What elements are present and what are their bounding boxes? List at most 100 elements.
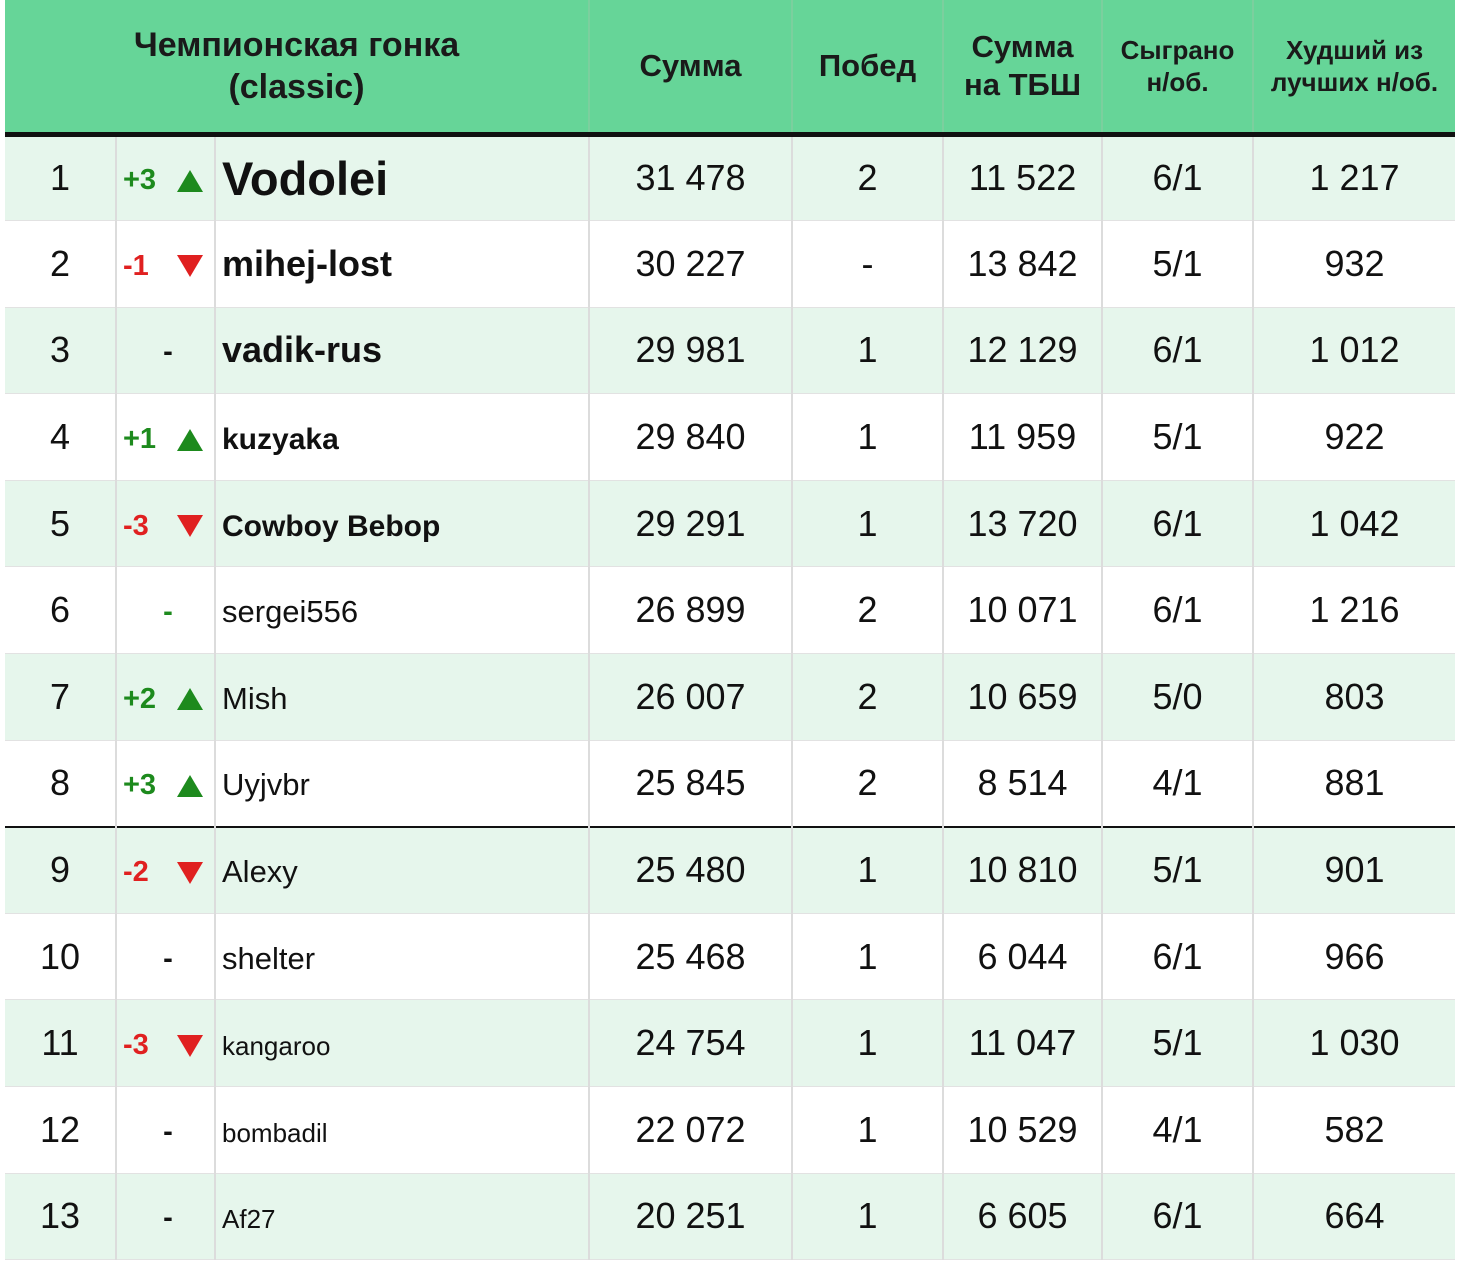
- table-row: 7 +2 Mish 26 007 2 10 659 5/0 803: [5, 653, 1456, 741]
- position-change: -: [163, 336, 173, 369]
- position-change-cell: -: [116, 1173, 216, 1261]
- worst-best-cell: 803: [1253, 653, 1456, 741]
- position-change: -3: [123, 509, 149, 542]
- rank-cell: 13: [5, 1173, 117, 1261]
- sum-cell: 25 468: [589, 913, 794, 1001]
- tbsh-sum-cell: 11 959: [943, 393, 1104, 481]
- column-header-worst-line1: Худший из: [1285, 34, 1424, 65]
- player-name: kangaroo: [222, 1031, 331, 1062]
- player-name: shelter: [222, 940, 316, 976]
- rank-cell: 10: [5, 913, 117, 1001]
- tbsh-sum-cell: 11 522: [943, 134, 1104, 222]
- tbsh-sum-cell: 8 514: [943, 740, 1104, 828]
- wins-cell: 1: [792, 913, 945, 1001]
- table-row: 1 +3 Vodolei 31 478 2 11 522 6/1 1 217: [5, 134, 1456, 222]
- player-name: bombadil: [222, 1117, 328, 1148]
- rank-cell: 2: [5, 220, 117, 308]
- position-change: -1: [123, 249, 149, 282]
- player-name-cell: Vodolei: [215, 134, 591, 222]
- rank-cell: 7: [5, 653, 117, 741]
- wins-cell: 1: [792, 1086, 945, 1174]
- tbsh-sum-cell: 6 605: [943, 1173, 1104, 1261]
- position-change: -: [163, 942, 173, 975]
- player-name: vadik-rus: [222, 329, 383, 371]
- sum-cell: 25 845: [589, 740, 794, 828]
- table-row: 5 -3 Cowboy Bebop 29 291 1 13 720 6/1 1 042: [5, 480, 1456, 568]
- worst-best-cell: 1 217: [1253, 134, 1456, 222]
- position-change: +2: [123, 682, 157, 715]
- table-title-line2: (classic): [228, 67, 365, 106]
- played-cell: 5/1: [1102, 393, 1255, 481]
- wins-cell: 1: [792, 825, 945, 914]
- played-cell: 6/1: [1102, 307, 1255, 395]
- tbsh-sum-cell: 10 659: [943, 653, 1104, 741]
- worst-best-cell: 582: [1253, 1086, 1456, 1174]
- arrow-down-icon: [177, 515, 203, 538]
- position-change: -3: [123, 1029, 149, 1062]
- sum-cell: 30 227: [589, 220, 794, 308]
- player-name-cell: sergei556: [215, 566, 591, 655]
- player-name: Mish: [222, 680, 288, 716]
- arrow-up-icon: [177, 169, 203, 192]
- column-header-tbsh: Сумма на ТБШ: [943, 0, 1104, 137]
- played-cell: 6/1: [1102, 913, 1255, 1001]
- played-cell: 5/1: [1102, 825, 1255, 914]
- player-name: Uyjvbr: [222, 767, 310, 803]
- player-name-cell: kangaroo: [215, 999, 591, 1088]
- player-name-cell: Cowboy Bebop: [215, 480, 591, 568]
- player-name-cell: shelter: [215, 913, 591, 1001]
- sum-cell: 26 007: [589, 653, 794, 741]
- position-change-cell: -2: [116, 825, 216, 914]
- worst-best-cell: 664: [1253, 1173, 1456, 1261]
- worst-best-cell: 1 030: [1253, 999, 1456, 1088]
- player-name-cell: Uyjvbr: [215, 740, 591, 828]
- position-change-cell: -3: [116, 999, 216, 1088]
- position-change-cell: +3: [116, 134, 216, 222]
- rank-cell: 1: [5, 134, 117, 222]
- table-row: 9 -2 Alexy 25 480 1 10 810 5/1 901: [5, 825, 1456, 914]
- player-name-cell: vadik-rus: [215, 307, 591, 395]
- rank-cell: 9: [5, 825, 117, 914]
- arrow-down-icon: [177, 1034, 203, 1057]
- table-row: 6 - sergei556 26 899 2 10 071 6/1 1 216: [5, 566, 1456, 655]
- position-change-cell: -: [116, 913, 216, 1001]
- column-header-wins: Побед: [792, 0, 945, 137]
- position-change: +1: [123, 423, 157, 456]
- sum-cell: 29 981: [589, 307, 794, 395]
- played-cell: 5/0: [1102, 653, 1255, 741]
- sum-cell: 24 754: [589, 999, 794, 1088]
- position-change-cell: +2: [116, 653, 216, 741]
- player-name-cell: kuzyaka: [215, 393, 591, 481]
- tbsh-sum-cell: 10 071: [943, 566, 1104, 655]
- player-name: Vodolei: [222, 151, 389, 205]
- column-header-tbsh-line1: Сумма: [971, 28, 1074, 64]
- wins-cell: 1: [792, 307, 945, 395]
- position-change: -: [163, 596, 173, 629]
- wins-cell: -: [792, 220, 945, 308]
- worst-best-cell: 1 012: [1253, 307, 1456, 395]
- worst-best-cell: 932: [1253, 220, 1456, 308]
- wins-cell: 2: [792, 566, 945, 655]
- tbsh-sum-cell: 11 047: [943, 999, 1104, 1088]
- sum-cell: 25 480: [589, 825, 794, 914]
- position-change: -2: [123, 856, 149, 889]
- player-name: Cowboy Bebop: [222, 509, 441, 543]
- arrow-up-icon: [177, 774, 203, 797]
- player-name: sergei556: [222, 594, 359, 630]
- table-row: 8 +3 Uyjvbr 25 845 2 8 514 4/1 881: [5, 740, 1456, 828]
- rank-cell: 6: [5, 566, 117, 655]
- position-change: -: [163, 1202, 173, 1235]
- player-name: Af27: [222, 1204, 276, 1235]
- arrow-up-icon: [177, 428, 203, 451]
- position-change-cell: -: [116, 566, 216, 655]
- position-change: +3: [123, 164, 157, 197]
- tbsh-sum-cell: 13 842: [943, 220, 1104, 308]
- arrow-down-icon: [177, 255, 203, 278]
- worst-best-cell: 881: [1253, 740, 1456, 828]
- standings-board: Чемпионская гонка (classic) Сумма Побед …: [0, 0, 1460, 1268]
- worst-best-cell: 1 042: [1253, 480, 1456, 568]
- player-name: mihej-lost: [222, 242, 393, 284]
- rank-cell: 8: [5, 740, 117, 828]
- column-header-worst-line2: лучших н/об.: [1270, 66, 1439, 97]
- wins-cell: 2: [792, 134, 945, 222]
